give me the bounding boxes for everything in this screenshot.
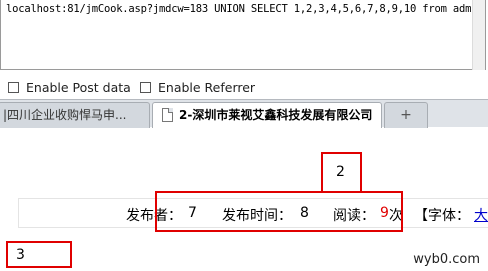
enable-referrer-label: Enable Referrer — [158, 79, 256, 95]
injected-value-3: 3 — [16, 247, 25, 263]
font-large-link[interactable]: 大 — [474, 205, 488, 225]
font-size-label: 【字体： — [414, 208, 470, 224]
document-icon — [162, 108, 173, 122]
tab-label: |四川企业收购悍马申... — [3, 108, 127, 122]
enable-post-checkbox[interactable] — [8, 81, 19, 93]
watermark-text: wyb0.com — [413, 252, 480, 267]
url-text[interactable]: localhost:81/jmCook.asp?jmdcw=183 UNION … — [6, 3, 484, 15]
tab-sichuan[interactable]: |四川企业收购悍马申... — [0, 102, 150, 128]
enable-post-option[interactable]: Enable Post data — [8, 79, 131, 95]
highlight-box-meta — [155, 191, 403, 232]
plus-icon: + — [400, 107, 412, 123]
enable-post-label: Enable Post data — [26, 79, 131, 95]
tab-label: 2-深圳市莱视艾鑫科技发展有限公司 — [179, 108, 373, 122]
tab-shenzhen-active[interactable]: 2-深圳市莱视艾鑫科技发展有限公司 — [152, 102, 382, 128]
tab-bar: |四川企业收购悍马申... 2-深圳市莱视艾鑫科技发展有限公司 + — [0, 99, 488, 128]
vertical-scrollbar[interactable] — [472, 0, 485, 70]
new-tab-button[interactable]: + — [384, 102, 428, 128]
enable-referrer-option[interactable]: Enable Referrer — [140, 79, 255, 95]
url-textarea[interactable]: localhost:81/jmCook.asp?jmdcw=183 UNION … — [0, 0, 486, 70]
enable-referrer-checkbox[interactable] — [140, 81, 151, 93]
injected-value-2: 2 — [336, 164, 345, 180]
